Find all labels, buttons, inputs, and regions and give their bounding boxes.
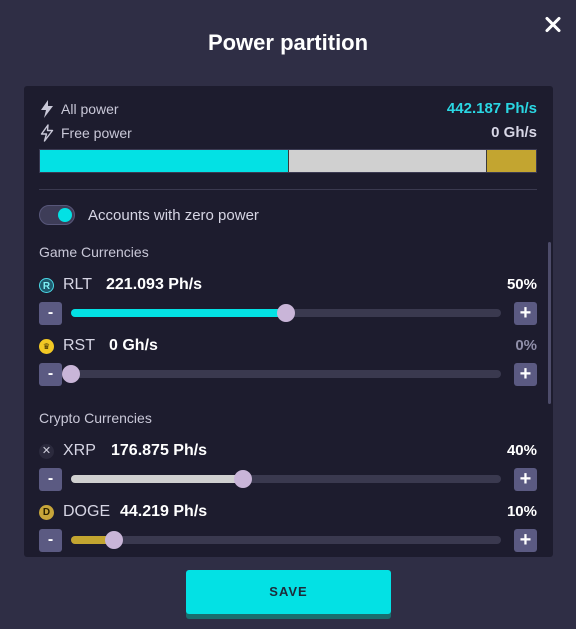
currency-amount: 176.875 Ph/s	[111, 442, 208, 459]
decrease-button[interactable]: -	[39, 468, 62, 491]
slider-thumb[interactable]	[105, 531, 123, 549]
rlt-coin-icon: R	[39, 278, 54, 293]
power-slider[interactable]	[62, 365, 501, 383]
slider-thumb[interactable]	[234, 470, 252, 488]
decrease-button[interactable]: -	[39, 363, 62, 386]
power-slider[interactable]	[71, 531, 501, 549]
doge-coin-icon: D	[39, 505, 54, 520]
currency-amount: 221.093 Ph/s	[106, 276, 203, 293]
doge-distribution-segment	[486, 150, 536, 172]
zero-power-toggle-label: Accounts with zero power	[88, 207, 259, 224]
currency-amount: 0 Gh/s	[109, 337, 158, 354]
all-power-label: All power	[61, 101, 119, 117]
rlt-distribution-segment	[40, 150, 288, 172]
toggle-knob	[58, 208, 72, 222]
currency-percent: 0%	[515, 337, 537, 354]
rst-coin-icon: ♛	[39, 339, 54, 354]
free-power-row: Free power 0 Gh/s	[39, 123, 537, 143]
currency-code: XRP	[63, 442, 96, 459]
decrease-button[interactable]: -	[39, 302, 62, 325]
slider-thumb[interactable]	[277, 304, 295, 322]
xrp-coin-icon: ✕	[39, 444, 54, 459]
free-power-value: 0 Gh/s	[491, 124, 537, 141]
increase-button[interactable]: +	[514, 468, 537, 491]
increase-button[interactable]: +	[514, 302, 537, 325]
lightning-bolt-outline-icon	[40, 124, 54, 142]
all-power-value: 442.187 Ph/s	[446, 100, 537, 117]
power-slider[interactable]	[71, 470, 501, 488]
power-slider[interactable]	[71, 304, 501, 322]
currency-percent: 50%	[506, 276, 537, 293]
game-currencies-heading: Game Currencies	[39, 244, 149, 260]
slider-fill	[71, 475, 243, 483]
modal-title: Power partition	[207, 30, 369, 55]
crypto-currencies-heading: Crypto Currencies	[39, 410, 152, 426]
currency-row-rlt: R RLT 221.093 Ph/s 50% - +	[39, 274, 537, 334]
slider-fill	[71, 309, 286, 317]
currency-row-doge: D DOGE 44.219 Ph/s 10% - +	[39, 501, 537, 557]
increase-button[interactable]: +	[514, 529, 537, 552]
currency-row-rst: ♛ RST 0 Gh/s 0% - +	[39, 335, 537, 395]
currency-percent: 40%	[506, 442, 537, 459]
xrp-distribution-segment	[288, 150, 487, 172]
power-distribution-bar	[39, 149, 537, 173]
slider-thumb[interactable]	[62, 365, 80, 383]
free-power-label: Free power	[61, 125, 132, 141]
divider	[39, 189, 537, 190]
currency-code: DOGE	[63, 503, 111, 520]
currency-row-xrp: ✕ XRP 176.875 Ph/s 40% - +	[39, 440, 537, 500]
panel-scrollbar[interactable]	[548, 242, 551, 404]
currency-percent: 10%	[506, 503, 537, 520]
increase-button[interactable]: +	[514, 363, 537, 386]
decrease-button[interactable]: -	[39, 529, 62, 552]
power-panel: All power 442.187 Ph/s Free power 0 Gh/s…	[24, 86, 553, 557]
zero-power-toggle[interactable]	[39, 205, 75, 225]
all-power-row: All power 442.187 Ph/s	[39, 99, 537, 119]
lightning-bolt-icon	[41, 100, 53, 118]
power-partition-modal: Power partition All power 442.187 Ph/s F…	[0, 0, 576, 629]
currency-code: RLT	[63, 276, 93, 293]
currency-amount: 44.219 Ph/s	[120, 503, 208, 520]
currency-code: RST	[63, 337, 95, 354]
save-button[interactable]: SAVE	[186, 570, 391, 614]
